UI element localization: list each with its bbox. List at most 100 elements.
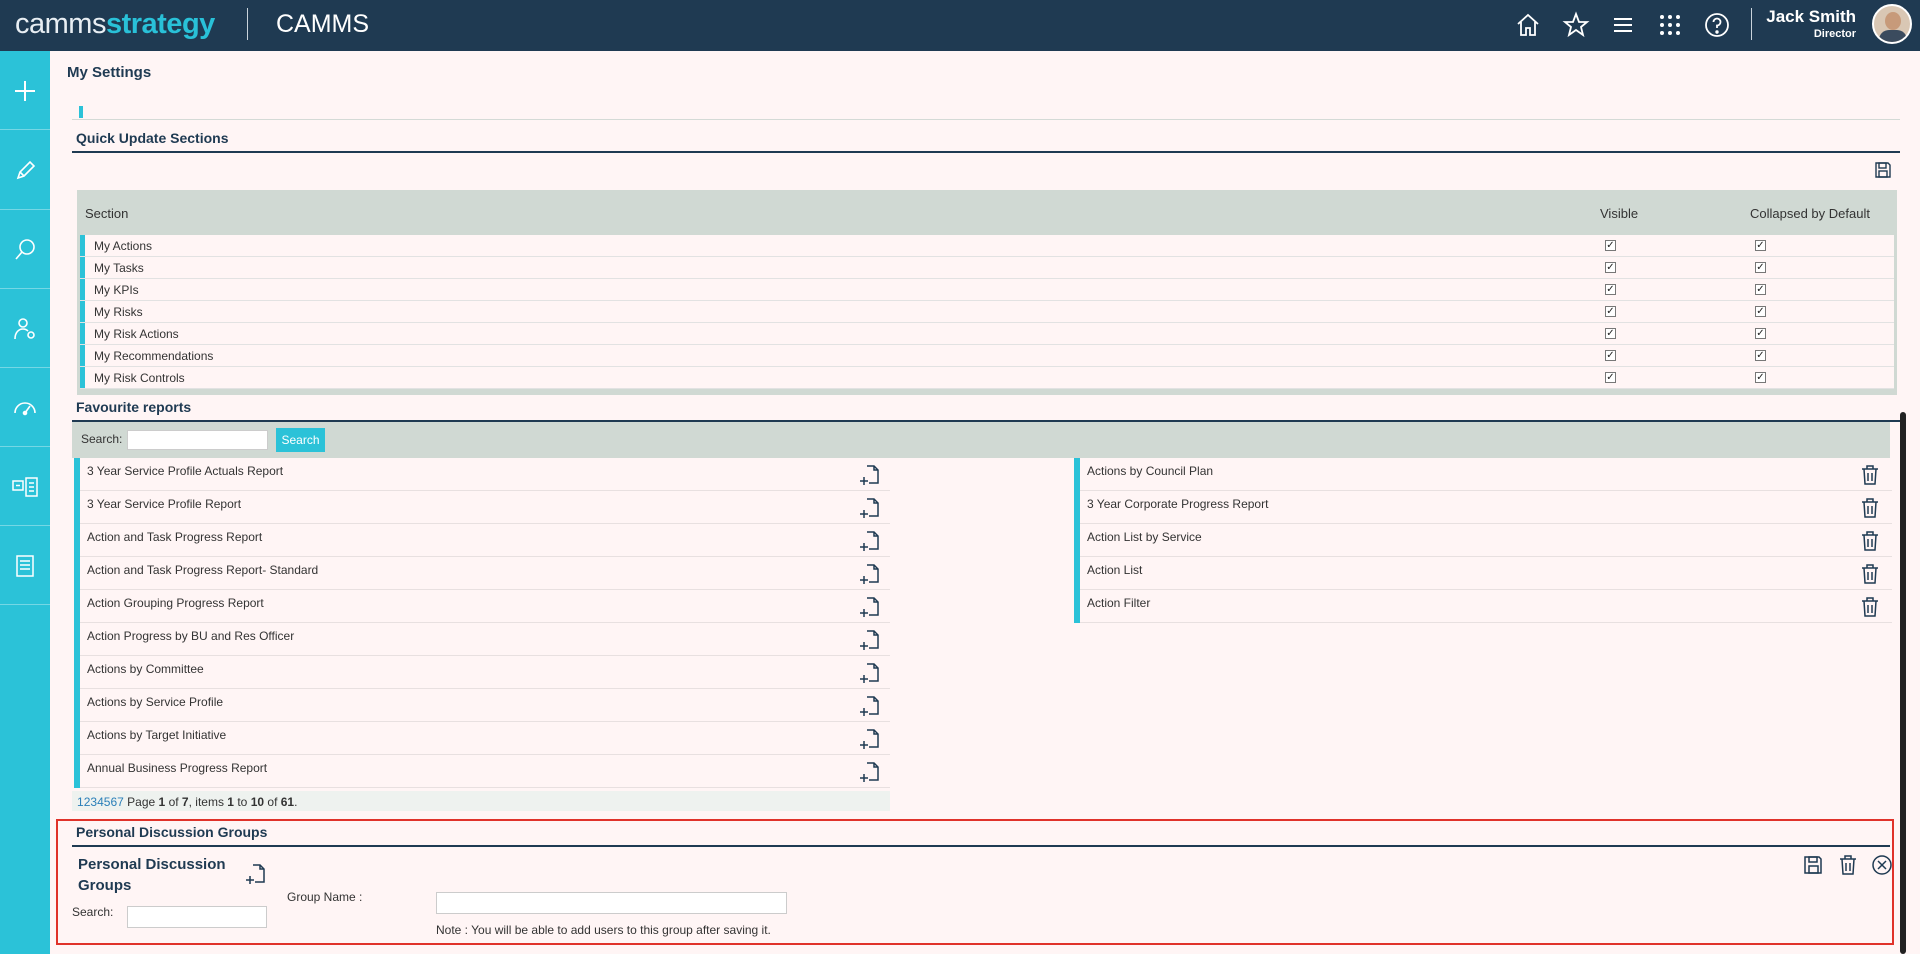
list-item: Action List by Service [1074,524,1892,557]
sidebar-item-add[interactable] [0,51,50,130]
report-name: Action Progress by BU and Res Officer [87,629,295,643]
row-accent [1074,557,1080,590]
report-name: Action List [1087,563,1143,577]
column-header-section: Section [85,206,129,221]
close-icon[interactable] [1870,853,1894,877]
section-divider [72,845,1890,847]
pager-total-pages: 7 [181,795,189,809]
report-name: Action and Task Progress Report- Standar… [87,563,319,577]
table-row: My Risk Actions ✓ ✓ [80,323,1894,345]
row-accent [80,367,85,388]
sidebar-item-cards[interactable] [0,447,50,526]
collapsed-checkbox[interactable]: ✓ [1755,240,1766,251]
report-search-input[interactable] [127,430,268,450]
delete-icon[interactable] [1858,496,1882,520]
collapsed-checkbox[interactable]: ✓ [1755,350,1766,361]
discussion-groups-title: Personal Discussion Groups [76,824,268,840]
list-item: Actions by Service Profile [74,689,890,722]
vertical-scrollbar[interactable] [1900,412,1906,954]
collapsed-checkbox[interactable]: ✓ [1755,372,1766,383]
add-to-favourites-icon[interactable] [858,661,882,685]
collapsed-checkbox[interactable]: ✓ [1755,284,1766,295]
report-name: 3 Year Service Profile Report [87,497,242,511]
camms-strategy-logo[interactable]: cammsstrategy [15,8,215,41]
delete-icon[interactable] [1858,529,1882,553]
subtitle-line: Groups [78,877,132,894]
user-info[interactable]: Jack Smith Director [1766,7,1856,40]
add-document-icon[interactable] [244,862,268,886]
add-to-favourites-icon[interactable] [858,628,882,652]
row-accent [80,345,85,366]
visible-checkbox[interactable]: ✓ [1605,262,1616,273]
dashboard-gauge-icon [14,402,36,416]
row-accent [74,590,80,623]
menu-icon[interactable] [1609,11,1637,39]
delete-icon[interactable] [1858,562,1882,586]
list-item: Action Filter [1074,590,1892,623]
collapsed-checkbox[interactable]: ✓ [1755,328,1766,339]
report-name: Action List by Service [1087,530,1202,544]
visible-checkbox[interactable]: ✓ [1605,328,1616,339]
apps-grid-icon[interactable] [1656,11,1684,39]
favourite-reports-list: Actions by Council Plan 3 Year Corporate … [1074,458,1892,623]
section-name: My Actions [94,239,153,253]
save-icon[interactable] [1873,160,1893,180]
delete-icon[interactable] [1858,463,1882,487]
star-icon[interactable] [1562,11,1590,39]
report-search-bar: Search: Search [72,422,1890,458]
add-to-favourites-icon[interactable] [858,496,882,520]
header-divider-2 [1751,8,1752,40]
search-button[interactable]: Search [276,428,325,452]
add-to-favourites-icon[interactable] [858,727,882,751]
sidebar-item-dashboard[interactable] [0,368,50,447]
page-link[interactable]: 7 [117,795,124,809]
add-to-favourites-icon[interactable] [858,760,882,784]
row-accent [1074,458,1080,491]
report-name: Action Grouping Progress Report [87,596,264,610]
cards-icon [12,477,38,497]
user-name: Jack Smith [1766,7,1856,26]
visible-checkbox[interactable]: ✓ [1605,372,1616,383]
report-name: Action and Task Progress Report [87,530,263,544]
home-icon[interactable] [1514,11,1542,39]
report-name: Actions by Target Initiative [87,728,227,742]
save-icon[interactable] [1801,853,1825,877]
add-to-favourites-icon[interactable] [858,562,882,586]
report-name: Annual Business Progress Report [87,761,268,775]
delete-icon[interactable] [1858,595,1882,619]
collapsed-checkbox[interactable]: ✓ [1755,262,1766,273]
avatar[interactable] [1872,4,1912,44]
quick-update-table: Section Visible Collapsed by Default My … [77,190,1897,395]
add-to-favourites-icon[interactable] [858,463,882,487]
sidebar-item-edit[interactable] [0,131,50,210]
user-role: Director [1813,28,1856,40]
visible-checkbox[interactable]: ✓ [1605,240,1616,251]
collapsed-checkbox[interactable]: ✓ [1755,306,1766,317]
group-search-input[interactable] [127,906,267,928]
add-to-favourites-icon[interactable] [858,529,882,553]
sidebar-item-user-settings[interactable] [0,289,50,368]
report-name: 3 Year Service Profile Actuals Report [87,464,284,478]
visible-checkbox[interactable]: ✓ [1605,306,1616,317]
collapsed-section-strip [72,104,1900,120]
page-link[interactable]: 1 [77,795,84,809]
list-item: 3 Year Service Profile Report [74,491,890,524]
sidebar-item-search[interactable] [0,210,50,289]
sidebar-item-documents[interactable] [0,526,50,605]
add-to-favourites-icon[interactable] [858,595,882,619]
column-header-visible: Visible [1600,206,1639,221]
table-row: My Tasks ✓ ✓ [80,257,1894,279]
table-header: Section Visible Collapsed by Default [80,194,1894,235]
section-name: My KPIs [94,283,139,297]
page-link[interactable]: 4 [97,795,104,809]
delete-icon[interactable] [1836,853,1860,877]
add-to-favourites-icon[interactable] [858,694,882,718]
visible-checkbox[interactable]: ✓ [1605,284,1616,295]
visible-checkbox[interactable]: ✓ [1605,350,1616,361]
help-icon[interactable] [1703,11,1731,39]
report-name: Actions by Committee [87,662,204,676]
section-name: My Risk Controls [94,371,185,385]
row-accent [80,257,85,278]
pager-text: to [237,795,248,809]
group-name-input[interactable] [436,892,787,914]
